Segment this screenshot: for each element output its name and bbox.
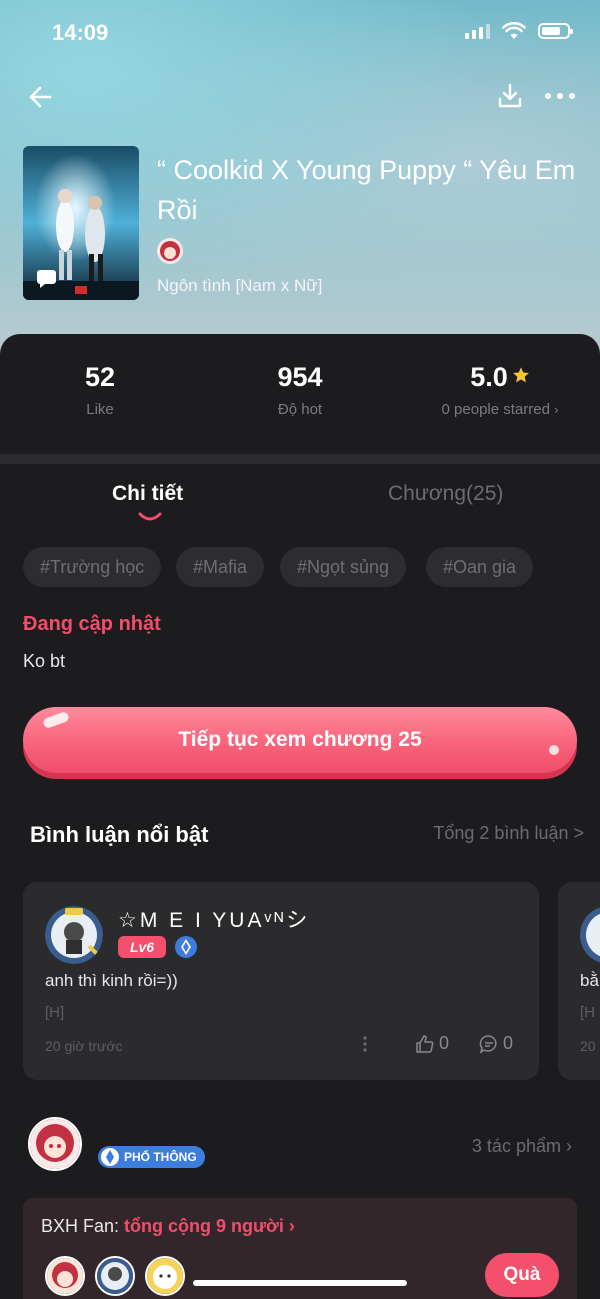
fan-avatar[interactable]: [95, 1256, 135, 1296]
continue-reading-button[interactable]: Tiếp tục xem chương 25: [23, 707, 577, 773]
fan-count[interactable]: tổng cộng 9 người: [124, 1216, 284, 1236]
comment-more-icon[interactable]: [359, 1034, 371, 1054]
signal-icon: [465, 23, 490, 39]
comment-text: anh thì kinh rồi=)): [45, 971, 178, 990]
commenter-avatar[interactable]: [45, 906, 103, 964]
fan-label-text: BXH Fan:: [41, 1216, 120, 1236]
fan-avatar[interactable]: [145, 1256, 185, 1296]
comment-tag: [H: [580, 1004, 595, 1021]
tag-chip[interactable]: #Trường học: [23, 547, 162, 587]
top-nav: [0, 80, 600, 114]
tab-chapters[interactable]: Chương(25): [388, 482, 503, 506]
rank-label: PHỔ THÔNG: [124, 1150, 197, 1164]
more-options-icon[interactable]: [542, 84, 578, 108]
wifi-icon: [502, 22, 526, 39]
status-icons: [465, 22, 573, 40]
like-stat[interactable]: 52 Like: [0, 362, 200, 418]
featured-comments-title: Bình luận nổi bật: [30, 822, 209, 847]
comment-time: 20: [580, 1038, 596, 1054]
home-indicator: [193, 1280, 407, 1286]
like-count: 52: [84, 362, 116, 392]
section-divider: [0, 454, 600, 464]
fan-avatar[interactable]: [45, 1256, 85, 1296]
like-count-value: 0: [439, 1033, 450, 1053]
comment-card[interactable]: bằ [H 20: [558, 882, 600, 1080]
level-badge: Lv6: [118, 936, 166, 958]
tab-indicator: [138, 512, 162, 521]
tag-chip[interactable]: #Mafia: [176, 547, 265, 587]
reply-bubble-icon: [479, 1034, 497, 1054]
rating-value: 5.0: [470, 362, 508, 392]
story-genre: Ngôn tình [Nam x Nữ]: [157, 276, 323, 295]
comment-tag: [H]: [45, 1004, 65, 1021]
commenter-name: ☆M E I YUAᵛᴺシ: [118, 909, 311, 932]
tag-chip[interactable]: #Ngọt sủng: [280, 547, 407, 587]
thumbs-up-icon: [416, 1034, 434, 1053]
status-bar: 14:09: [0, 18, 600, 48]
author-avatar[interactable]: [157, 238, 183, 264]
fan-ranking-label: BXH Fan: tổng cộng 9 người ›: [41, 1216, 295, 1237]
rating-label: 0 people starred: [441, 401, 550, 418]
gift-button[interactable]: Quà: [485, 1253, 559, 1297]
rank-badge: PHỔ THÔNG: [98, 1146, 205, 1168]
chevron-right-icon: ›: [554, 402, 559, 417]
battery-icon: [538, 23, 573, 39]
works-count: 3 tác phẩm: [471, 1136, 561, 1156]
story-description: Ko bt: [23, 651, 66, 671]
author-profile-avatar[interactable]: [28, 1117, 82, 1171]
hot-count: 954: [277, 362, 323, 392]
comment-card[interactable]: ☆M E I YUAᵛᴺシ Lv6 anh thì kinh rồi=)) [H…: [23, 882, 539, 1080]
gem-icon: [101, 1148, 119, 1166]
back-arrow-icon[interactable]: [24, 80, 58, 114]
download-icon[interactable]: [496, 82, 524, 110]
rating-stat[interactable]: 5.0 0 people starred ›: [400, 362, 600, 418]
star-icon: [512, 367, 529, 383]
reply-count-value: 0: [503, 1033, 514, 1053]
story-cover-image[interactable]: [23, 146, 139, 300]
update-status: Đang cập nhật: [23, 613, 161, 635]
total-comments-link[interactable]: Tổng 2 bình luận >: [433, 823, 584, 844]
comment-time: 20 giờ trước: [45, 1038, 123, 1054]
button-shine: [549, 745, 559, 755]
tab-details[interactable]: Chi tiết: [112, 482, 183, 506]
comment-text: bằ: [580, 971, 599, 990]
main-panel: 52 Like 954 Độ hot 5.0 0 people starred …: [0, 334, 600, 1299]
hot-stat: 954 Độ hot: [200, 362, 400, 418]
comment-like-button[interactable]: 0: [415, 1033, 449, 1054]
author-works-link[interactable]: 3 tác phẩm ›: [472, 1136, 572, 1157]
chevron-right-icon: ›: [566, 1136, 572, 1156]
button-shine: [42, 710, 70, 730]
like-label: Like: [86, 401, 114, 418]
continue-reading-label: Tiếp tục xem chương 25: [178, 728, 422, 751]
tabs: Chi tiết Chương(25): [0, 482, 600, 532]
tag-chip[interactable]: #Oan gia: [426, 547, 534, 587]
comment-reply-button[interactable]: 0: [479, 1033, 513, 1054]
chevron-right-icon: ›: [288, 1216, 295, 1236]
hot-label: Độ hot: [277, 401, 323, 418]
commenter-avatar[interactable]: [580, 906, 600, 964]
story-title: “ Coolkid X Young Puppy “ Yêu Em Rồi: [157, 155, 576, 225]
stats-row: 52 Like 954 Độ hot 5.0 0 people starred …: [0, 362, 600, 432]
gem-icon: [175, 936, 197, 958]
status-time: 14:09: [52, 20, 109, 45]
